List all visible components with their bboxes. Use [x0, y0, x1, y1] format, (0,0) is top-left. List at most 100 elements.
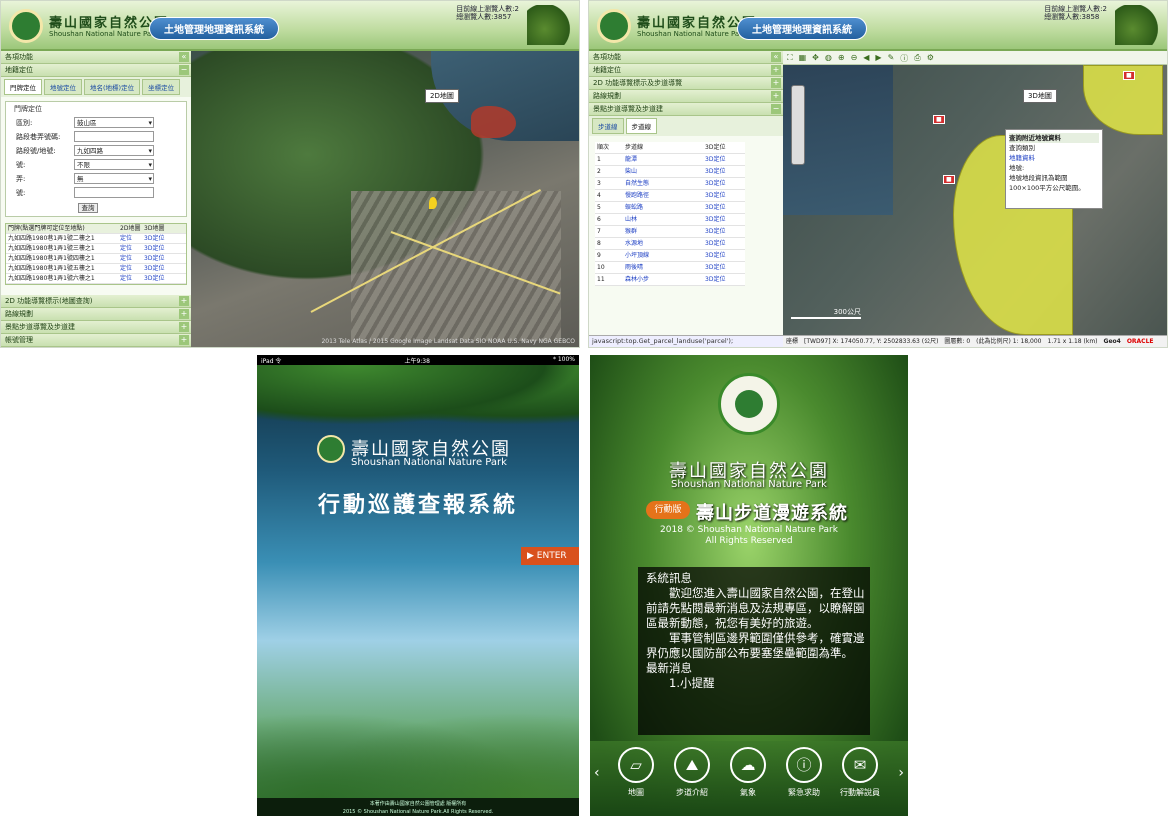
zoom-out-icon[interactable]: ⊖ — [851, 53, 858, 62]
pan-icon[interactable]: ✥ — [812, 53, 819, 62]
sidebar: 各項功能 « 地籍定位 + 2D 功能導覽標示及步道導覽 + 路線規劃 + 景點步道導覽… — [589, 51, 783, 347]
trail-link[interactable]: 雨後晴 — [623, 262, 703, 273]
tab-parcel[interactable]: 地號定位 — [44, 79, 82, 95]
locate-2d-link[interactable]: 定位 — [118, 254, 142, 263]
locate-3d-link[interactable]: 3D定位 — [703, 202, 743, 213]
locate-3d-link[interactable]: 3D定位 — [703, 190, 743, 201]
section-parcel[interactable]: 地籍定位 − — [1, 64, 191, 77]
trail-link[interactable]: 慢跑路徑 — [623, 190, 703, 201]
back-icon[interactable]: ◀ — [863, 53, 869, 62]
menu-route[interactable]: 路線規劃 + — [1, 308, 191, 321]
map-mode-label[interactable]: 2D地圖 — [425, 89, 459, 103]
menu-parcel[interactable]: 地籍定位 + — [589, 64, 783, 77]
chevron-left-icon[interactable]: ‹ — [594, 765, 600, 781]
district-select[interactable]: 鼓山區 — [74, 117, 154, 128]
locate-3d-link[interactable]: 3D定位 — [142, 254, 172, 263]
tab-trail-b[interactable]: 步道線 — [625, 118, 657, 134]
menu-trail[interactable]: 景點步道導覽及步道建 + — [1, 321, 191, 334]
trail-link[interactable]: 森林小步 — [623, 274, 703, 285]
enter-button[interactable]: ▶ ENTER — [521, 547, 579, 565]
table-row: 1 龍潭 3D定位 — [595, 154, 745, 166]
zoom-in-icon[interactable]: ⊕ — [838, 53, 845, 62]
play-icon: ▶ — [527, 551, 537, 561]
zoom-slider[interactable] — [791, 85, 805, 165]
nav-trail[interactable]: ⛰ 步道介紹 — [672, 747, 712, 798]
keyword-input[interactable] — [74, 131, 154, 142]
locate-3d-link[interactable]: 3D定位 — [703, 178, 743, 189]
info-icon[interactable]: ⓘ — [900, 53, 908, 63]
tab-coordinate[interactable]: 坐標定位 — [142, 79, 181, 95]
table-row: 8 水源地 3D定位 — [595, 238, 745, 250]
map-2d-view[interactable]: 3D地圖 查詢附近地號資料 查詢類別 地籍資料 地號: 地號地段資訊為範圍 10… — [783, 65, 1167, 335]
globe-icon[interactable]: ◍ — [825, 53, 832, 62]
address-fieldset: 門牌定位 區別:鼓山區 路段巷弄號碼: 路段號/地號:九如四路 號:不限 弄:無… — [5, 101, 187, 217]
map-mode-label[interactable]: 3D地圖 — [1023, 89, 1057, 103]
table-row: 6 山林 3D定位 — [595, 214, 745, 226]
trail-link[interactable]: 蜈蚣路 — [623, 202, 703, 213]
field-district: 區別: 鼓山區 — [16, 117, 186, 128]
locate-3d-link[interactable]: 3D定位 — [703, 274, 743, 285]
nav-guide[interactable]: ✉ 行動解說員 — [838, 747, 882, 798]
locate-3d-link[interactable]: 3D定位 — [703, 226, 743, 237]
trail-link[interactable]: 猴群 — [623, 226, 703, 237]
sidebar-header[interactable]: 各項功能 « — [1, 51, 191, 64]
park-logo — [317, 435, 345, 463]
trail-link[interactable]: 水源地 — [623, 238, 703, 249]
popup-line: 查詢類別 — [1009, 144, 1035, 152]
locate-3d-link[interactable]: 3D定位 — [703, 154, 743, 165]
query-button[interactable]: 查詢 — [78, 203, 98, 213]
tab-landmark[interactable]: 地名(地標)定位 — [84, 79, 141, 95]
tab-address[interactable]: 門牌定位 — [4, 79, 42, 95]
menu-account[interactable]: 帳號管理 + — [1, 334, 191, 347]
plus-icon: + — [771, 91, 781, 101]
road-select[interactable]: 九如四路 — [74, 145, 154, 156]
locate-2d-link[interactable]: 定位 — [118, 274, 142, 283]
alley-select[interactable]: 無 — [74, 173, 154, 184]
locate-3d-link[interactable]: 3D定位 — [142, 264, 172, 273]
number-input[interactable] — [74, 187, 154, 198]
locate-2d-link[interactable]: 定位 — [118, 244, 142, 253]
location-pin-icon[interactable] — [429, 197, 437, 209]
locate-3d-link[interactable]: 3D定位 — [142, 274, 172, 283]
sidebar-header[interactable]: 各項功能 « — [589, 51, 783, 64]
print-icon[interactable]: ⎙ — [914, 53, 920, 62]
trail-link[interactable]: 小坪頂線 — [623, 250, 703, 261]
trail-link[interactable]: 柴山 — [623, 166, 703, 177]
locate-3d-link[interactable]: 3D定位 — [703, 250, 743, 261]
locate-3d-link[interactable]: 3D定位 — [142, 244, 172, 253]
table-row: 2 柴山 3D定位 — [595, 166, 745, 178]
popup-link[interactable]: 地籍資料 — [1009, 153, 1099, 163]
locate-2d-link[interactable]: 定位 — [118, 264, 142, 273]
forward-icon[interactable]: ▶ — [875, 53, 881, 62]
news-item[interactable]: 1.小提醒 — [646, 676, 866, 691]
tab-trail-a[interactable]: 步道線 — [592, 118, 624, 134]
layers-icon[interactable]: ▦ — [799, 53, 807, 62]
header-title-en: Shoushan National Nature Park — [49, 30, 159, 38]
menu-2d-guide[interactable]: 2D 功能導覽標示(地圖查詢) + — [1, 295, 191, 308]
locate-3d-link[interactable]: 3D定位 — [142, 234, 172, 243]
nav-emergency[interactable]: ⓘ 緊急求助 — [784, 747, 824, 798]
trail-link[interactable]: 龍潭 — [623, 154, 703, 165]
nav-map[interactable]: ▱ 地圖 — [616, 747, 656, 798]
chevron-right-icon[interactable]: › — [898, 765, 904, 781]
map-3d-view[interactable]: 2D地圖 2013 Tele Atlas / 2015 Google Image… — [191, 51, 579, 347]
locate-3d-link[interactable]: 3D定位 — [703, 262, 743, 273]
nav-weather[interactable]: ☁ 氣象 — [728, 747, 768, 798]
mobile-badge: 行動版 — [646, 501, 690, 519]
lane-select[interactable]: 不限 — [74, 159, 154, 170]
measure-icon[interactable]: ✎ — [888, 53, 895, 62]
settings-icon[interactable]: ⚙ — [927, 53, 934, 62]
trail-link[interactable]: 山林 — [623, 214, 703, 225]
locate-3d-link[interactable]: 3D定位 — [703, 214, 743, 225]
menu-trail[interactable]: 景點步道導覽及步道建 − — [589, 103, 783, 116]
poi-label[interactable]: ■ — [943, 175, 955, 184]
locate-3d-link[interactable]: 3D定位 — [703, 238, 743, 249]
trail-link[interactable]: 自然生態 — [623, 178, 703, 189]
menu-route[interactable]: 路線規劃 + — [589, 90, 783, 103]
fullscreen-icon[interactable]: ⛶ — [787, 53, 793, 62]
locate-3d-link[interactable]: 3D定位 — [703, 166, 743, 177]
menu-2d-guide[interactable]: 2D 功能導覽標示及步道導覽 + — [589, 77, 783, 90]
poi-label[interactable]: ■ — [933, 115, 945, 124]
poi-label[interactable]: ■ — [1123, 71, 1135, 80]
locate-2d-link[interactable]: 定位 — [118, 234, 142, 243]
